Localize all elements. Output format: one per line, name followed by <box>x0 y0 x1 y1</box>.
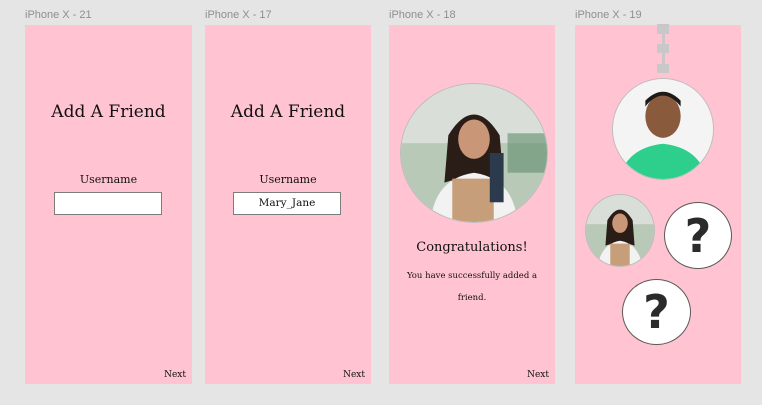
success-message: You have successfully added a friend. <box>406 271 538 303</box>
frame-iphone-x-17: Add A Friend Username Mary_Jane Next <box>205 25 371 384</box>
chain-link <box>662 34 665 44</box>
username-input[interactable] <box>54 192 162 215</box>
chain-link <box>657 24 669 34</box>
chain-link <box>657 64 669 73</box>
question-mark-icon: ? <box>684 208 712 263</box>
frame-label-17: iPhone X - 17 <box>205 9 272 21</box>
congratulations-heading: Congratulations! <box>416 240 528 255</box>
frame-label-21: iPhone X - 21 <box>25 9 92 21</box>
friend-avatar-woman <box>585 194 655 267</box>
next-button[interactable]: Next <box>343 370 365 380</box>
unknown-friend-circle[interactable]: ? <box>664 202 732 269</box>
chain-link <box>657 44 669 53</box>
friend-avatar <box>400 83 548 223</box>
frame-iphone-x-19: ? ? <box>575 24 741 384</box>
question-mark-icon: ? <box>643 285 670 339</box>
friend-avatar-man <box>612 78 714 180</box>
page-title: Add A Friend <box>230 102 346 122</box>
page-title: Add A Friend <box>51 102 166 122</box>
frame-label-19: iPhone X - 19 <box>575 9 642 21</box>
username-label: Username <box>259 173 317 186</box>
next-button[interactable]: Next <box>164 370 186 380</box>
unknown-friend-circle[interactable]: ? <box>622 279 691 345</box>
frame-iphone-x-18: Congratulations! You have successfully a… <box>389 25 555 384</box>
next-button[interactable]: Next <box>527 370 549 380</box>
frame-label-18: iPhone X - 18 <box>389 9 456 21</box>
frame-iphone-x-21: Add A Friend Username Next <box>25 25 192 384</box>
username-label: Username <box>79 173 138 186</box>
chain-link <box>662 53 665 64</box>
username-input[interactable]: Mary_Jane <box>233 192 341 215</box>
